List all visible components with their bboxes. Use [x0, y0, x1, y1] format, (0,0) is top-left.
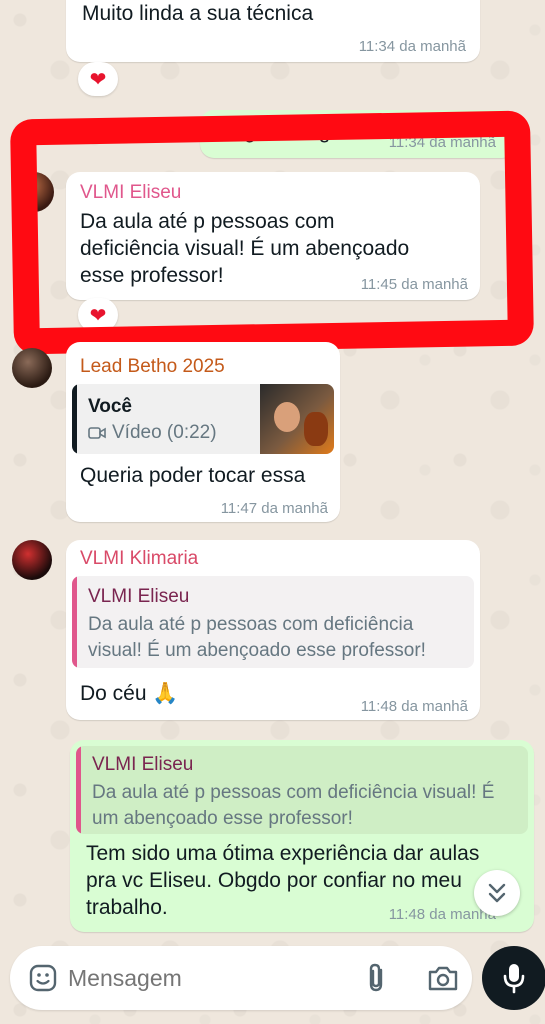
message-timestamp: 11:34 da manhã — [358, 38, 466, 55]
message-text-line: Da aula até p pessoas com — [80, 210, 335, 233]
message-bubble-outgoing[interactable]: VLMI Eliseu Da aula até p pessoas com de… — [70, 740, 534, 932]
quote-bar — [72, 384, 77, 454]
message-bubble-incoming[interactable]: Lead Betho 2025 Você Vídeo (0:22) Queria… — [66, 342, 340, 522]
microphone-icon — [502, 962, 526, 999]
quote-sender-name: Você — [88, 396, 133, 417]
message-timestamp: 11:34 da manhã — [388, 134, 496, 151]
quote-sender-name: VLMI Eliseu — [92, 754, 194, 775]
video-thumbnail[interactable] — [260, 384, 334, 454]
quote-bar — [72, 576, 77, 668]
message-text: Muito linda a sua técnica — [82, 2, 314, 25]
quote-text-line: um abençoado esse professor! — [92, 808, 353, 829]
message-text-line: deficiência visual! É um abençoado — [80, 237, 410, 260]
sticker-emoji-icon[interactable] — [28, 963, 58, 993]
message-input-bar — [10, 946, 472, 1010]
camera-icon[interactable] — [426, 963, 460, 993]
attach-paperclip-icon[interactable] — [362, 962, 392, 994]
message-input[interactable] — [68, 960, 348, 996]
thumbnail-violin — [304, 412, 328, 446]
quote-text-line: Da aula até p pessoas com deficiência — [88, 614, 414, 635]
message-text-line: pra vc Eliseu. Obgdo por confiar no meu — [86, 869, 462, 892]
scroll-to-bottom-button[interactable] — [474, 870, 520, 916]
voice-record-button[interactable] — [482, 946, 545, 1010]
quote-media-label: Vídeo (0:22) — [112, 422, 217, 443]
message-bubble-incoming[interactable]: Muito linda a sua técnica 11:34 da manhã — [66, 0, 480, 62]
message-timestamp: 11:47 da manhã — [220, 500, 328, 517]
message-text-line: esse professor! — [80, 264, 224, 287]
quote-sender-name: VLMI Eliseu — [88, 586, 190, 607]
quoted-message[interactable]: Você Vídeo (0:22) — [72, 384, 334, 454]
quote-text-line: Da aula até p pessoas com deficiência vi… — [92, 782, 495, 803]
quote-text-line: visual! É um abençoado esse professor! — [88, 640, 426, 661]
sender-name[interactable]: VLMI Klimaria — [80, 548, 198, 570]
message-text: Obgdo amigo. — [216, 120, 348, 143]
heart-reaction[interactable]: ❤ — [78, 62, 118, 96]
message-bubble-incoming[interactable]: VLMI Klimaria VLMI Eliseu Da aula até p … — [66, 540, 480, 720]
message-timestamp: 11:45 da manhã — [360, 276, 468, 293]
message-text-line: Tem sido uma ótima experiência dar aulas — [86, 842, 480, 865]
message-text: Queria poder tocar essa — [80, 464, 306, 487]
message-text: Do céu 🙏 — [80, 682, 179, 705]
quoted-message[interactable]: VLMI Eliseu Da aula até p pessoas com de… — [72, 576, 474, 668]
avatar-lead-betho[interactable] — [12, 348, 52, 388]
quote-bar — [76, 746, 81, 834]
message-text-line: trabalho. — [86, 896, 168, 919]
heart-reaction[interactable]: ❤ — [78, 298, 118, 332]
quoted-message[interactable]: VLMI Eliseu Da aula até p pessoas com de… — [76, 746, 528, 834]
avatar-klimaria[interactable] — [12, 540, 52, 580]
thumbnail-face — [274, 402, 300, 432]
video-camera-icon — [88, 426, 106, 440]
message-bubble-outgoing[interactable]: Obgdo amigo. 11:34 da manhã — [200, 110, 516, 158]
sender-name[interactable]: Lead Betho 2025 — [80, 356, 225, 378]
message-timestamp: 11:48 da manhã — [360, 698, 468, 715]
message-bubble-incoming[interactable]: VLMI Eliseu Da aula até p pessoas com de… — [66, 172, 480, 300]
sender-name[interactable]: VLMI Eliseu — [80, 182, 181, 204]
avatar-eliseu[interactable] — [14, 172, 54, 212]
double-chevron-down-icon — [486, 881, 508, 910]
